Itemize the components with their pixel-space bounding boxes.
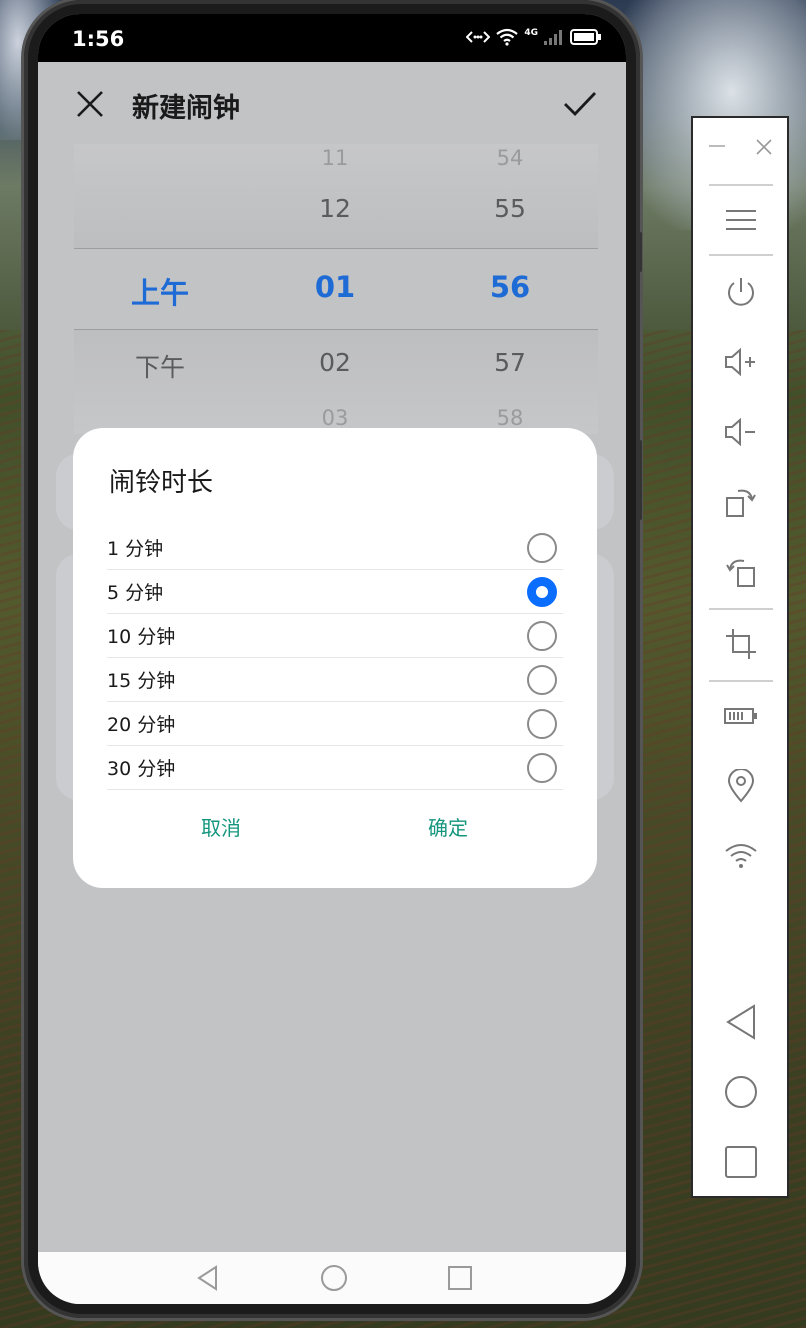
picker-hour-above[interactable]: 12 [319, 194, 351, 223]
rotate-left-button[interactable] [693, 544, 789, 600]
radio-button-selected[interactable] [527, 577, 557, 607]
rotate-right-icon [726, 489, 756, 517]
picker-hour-far-below[interactable]: 03 [322, 406, 349, 430]
rotate-right-button[interactable] [693, 474, 789, 530]
volume-down-icon [725, 417, 755, 447]
emulator-toolbar [691, 116, 789, 1198]
phone-screen: 1:56 4G 新建闹钟 上午 下午 11 12 01 02 03 54 55 … [38, 14, 626, 1304]
page-title: 新建闹钟 [132, 93, 240, 124]
phone-side-button [637, 232, 642, 272]
duration-option-label: 20 分钟 [107, 714, 176, 736]
picker-minute-above[interactable]: 55 [494, 194, 526, 223]
time-picker[interactable]: 上午 下午 11 12 01 02 03 54 55 56 57 58 [74, 144, 598, 434]
duration-option-label: 15 分钟 [107, 670, 176, 692]
power-icon [728, 278, 754, 306]
home-icon[interactable] [320, 1264, 348, 1292]
picker-minute-far-below[interactable]: 58 [497, 406, 524, 430]
menu-icon [726, 210, 756, 230]
alarm-duration-dialog: 闹铃时长 1 分钟 5 分钟 10 分钟 15 分钟 20 分钟 30 分钟 取… [73, 428, 597, 888]
dialog-title: 闹铃时长 [109, 468, 214, 498]
duration-option[interactable]: 30 分钟 [107, 746, 563, 790]
duration-option[interactable]: 15 分钟 [107, 658, 563, 702]
recents-icon[interactable] [446, 1264, 474, 1292]
home-icon [725, 1076, 757, 1108]
picker-period-selected[interactable]: 上午 [131, 270, 189, 312]
data-transfer-icon [466, 31, 491, 43]
navigation-bar [38, 1252, 626, 1304]
picker-hour-below[interactable]: 02 [319, 348, 351, 377]
battery-icon [570, 29, 601, 45]
location-button[interactable] [693, 758, 789, 814]
radio-button[interactable] [527, 753, 557, 783]
app-header: 新建闹钟 [38, 62, 626, 146]
picker-period-below[interactable]: 下午 [135, 348, 185, 384]
radio-button[interactable] [527, 709, 557, 739]
status-icons: 4G [466, 28, 602, 46]
duration-option[interactable]: 10 分钟 [107, 614, 563, 658]
duration-option-label: 30 分钟 [107, 758, 176, 780]
picker-selection-line [74, 329, 598, 330]
recents-icon [725, 1146, 757, 1178]
radio-button[interactable] [527, 533, 557, 563]
status-time: 1:56 [72, 27, 125, 51]
status-bar: 1:56 4G [38, 14, 626, 62]
duration-option[interactable]: 1 分钟 [107, 526, 563, 570]
wifi-button[interactable] [693, 828, 789, 884]
crop-icon [726, 629, 756, 659]
wifi-icon [496, 28, 519, 46]
radio-button[interactable] [527, 665, 557, 695]
power-button[interactable] [693, 264, 789, 320]
duration-option-label: 1 分钟 [107, 538, 164, 560]
close-icon[interactable] [74, 88, 106, 120]
back-button[interactable] [693, 994, 789, 1050]
network-type-label: 4G [524, 28, 538, 38]
screenshot-crop-button[interactable] [693, 616, 789, 672]
location-icon [727, 769, 755, 803]
picker-selection-line [74, 248, 598, 249]
duration-option[interactable]: 20 分钟 [107, 702, 563, 746]
duration-option-label: 10 分钟 [107, 626, 176, 648]
confirm-button[interactable]: 确定 [428, 812, 468, 841]
battery-icon [724, 708, 757, 724]
picker-minute-far-above[interactable]: 54 [497, 146, 524, 170]
cancel-button[interactable]: 取消 [201, 812, 241, 841]
phone-side-button [637, 440, 642, 520]
back-icon[interactable] [194, 1264, 222, 1292]
home-button[interactable] [693, 1064, 789, 1120]
duration-option[interactable]: 5 分钟 [107, 570, 563, 614]
rotate-left-icon [726, 559, 755, 587]
radio-button[interactable] [527, 621, 557, 651]
minimize-icon[interactable] [707, 138, 727, 154]
signal-icon [544, 30, 562, 45]
recents-button[interactable] [693, 1134, 789, 1190]
picker-minute-below[interactable]: 57 [494, 348, 526, 377]
phone-frame: 1:56 4G 新建闹钟 上午 下午 11 12 01 02 03 54 55 … [24, 0, 642, 1318]
volume-up-button[interactable] [693, 334, 789, 390]
picker-hour-selected[interactable]: 01 [315, 270, 355, 304]
wifi-icon [725, 844, 757, 868]
menu-button[interactable] [693, 192, 789, 248]
picker-hour-far-above[interactable]: 11 [322, 146, 349, 170]
picker-minute-selected[interactable]: 56 [490, 270, 530, 304]
battery-button[interactable] [693, 688, 789, 744]
back-icon [726, 1004, 755, 1040]
confirm-check-icon[interactable] [562, 86, 598, 122]
volume-up-icon [725, 347, 755, 377]
close-icon[interactable] [755, 138, 773, 156]
volume-down-button[interactable] [693, 404, 789, 460]
duration-option-label: 5 分钟 [107, 582, 164, 604]
